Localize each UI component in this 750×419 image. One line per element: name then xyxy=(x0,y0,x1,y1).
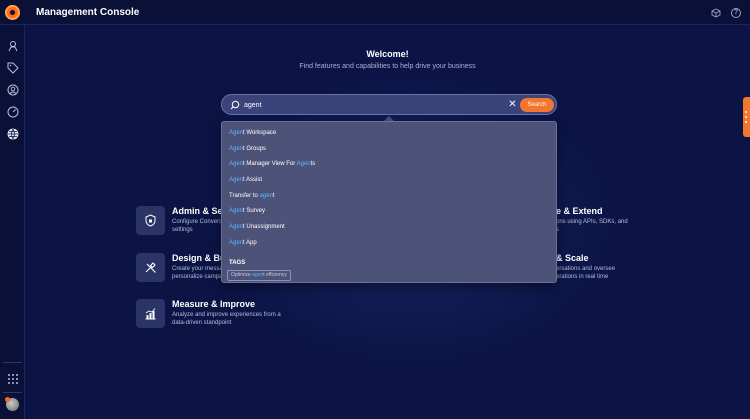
chart-icon[interactable] xyxy=(136,299,165,328)
person-badge-icon[interactable] xyxy=(6,39,19,52)
user-circle-icon[interactable] xyxy=(6,83,19,96)
suggestion-item[interactable]: Agent Unassignment xyxy=(229,224,285,230)
card-desc-measure: Analyze and improve experiences from a da… xyxy=(172,312,281,326)
sidebar xyxy=(0,25,25,419)
search-icon xyxy=(230,100,240,110)
card-title-admin[interactable]: Admin & Sec xyxy=(172,206,228,216)
status-dot xyxy=(5,397,10,402)
top-bar: Management Console ? xyxy=(0,0,750,25)
clear-icon[interactable]: ✕ xyxy=(508,100,517,110)
cube-icon[interactable] xyxy=(711,8,721,18)
suggestion-item[interactable]: Agent Groups xyxy=(229,146,266,152)
feedback-tab[interactable] xyxy=(743,97,750,137)
suggestion-item[interactable]: Agent Survey xyxy=(229,208,265,214)
sidebar-divider xyxy=(3,362,22,363)
shield-icon[interactable] xyxy=(136,206,165,235)
app-grid-icon[interactable] xyxy=(6,372,19,385)
welcome-title: Welcome! xyxy=(366,49,409,59)
card-desc-scale: ersations and oversee erations in real ti… xyxy=(556,266,616,280)
gauge-icon[interactable] xyxy=(6,105,19,118)
help-icon[interactable]: ? xyxy=(731,8,741,18)
tag-chip[interactable]: Optimize agent efficiency xyxy=(227,270,291,281)
suggestion-item[interactable]: Agent Workspace xyxy=(229,130,276,136)
suggestion-item[interactable]: Agent App xyxy=(229,240,257,246)
card-title-extend[interactable]: e & Extend xyxy=(556,206,603,216)
card-title-scale[interactable]: & Scale xyxy=(556,253,589,263)
search-input[interactable] xyxy=(244,99,504,111)
suggestion-item[interactable]: Transfer to agent xyxy=(229,193,275,199)
app-title: Management Console xyxy=(36,7,140,18)
card-title-measure[interactable]: Measure & Improve xyxy=(172,299,255,309)
globe-icon[interactable] xyxy=(6,127,19,140)
card-desc-extend: ons using APIs, SDKs, and s xyxy=(556,219,628,233)
suggestion-item[interactable]: Agent Assist xyxy=(229,177,262,183)
tag-icon[interactable] xyxy=(6,61,19,74)
sidebar-divider xyxy=(3,392,22,393)
card-title-design[interactable]: Design & Bui xyxy=(172,253,228,263)
search-button[interactable]: Search xyxy=(520,98,554,112)
search-suggestions-dropdown: Agent Workspace Agent Groups Agent Manag… xyxy=(221,121,557,283)
welcome-subtitle: Find features and capabilities to help d… xyxy=(299,63,476,70)
search-bar: ✕ Search xyxy=(221,94,557,115)
tools-icon[interactable] xyxy=(136,253,165,282)
tags-heading: TAGS xyxy=(229,260,246,266)
suggestion-item[interactable]: Agent Manager View For Agents xyxy=(229,161,315,167)
app-logo-icon[interactable] xyxy=(5,5,20,20)
